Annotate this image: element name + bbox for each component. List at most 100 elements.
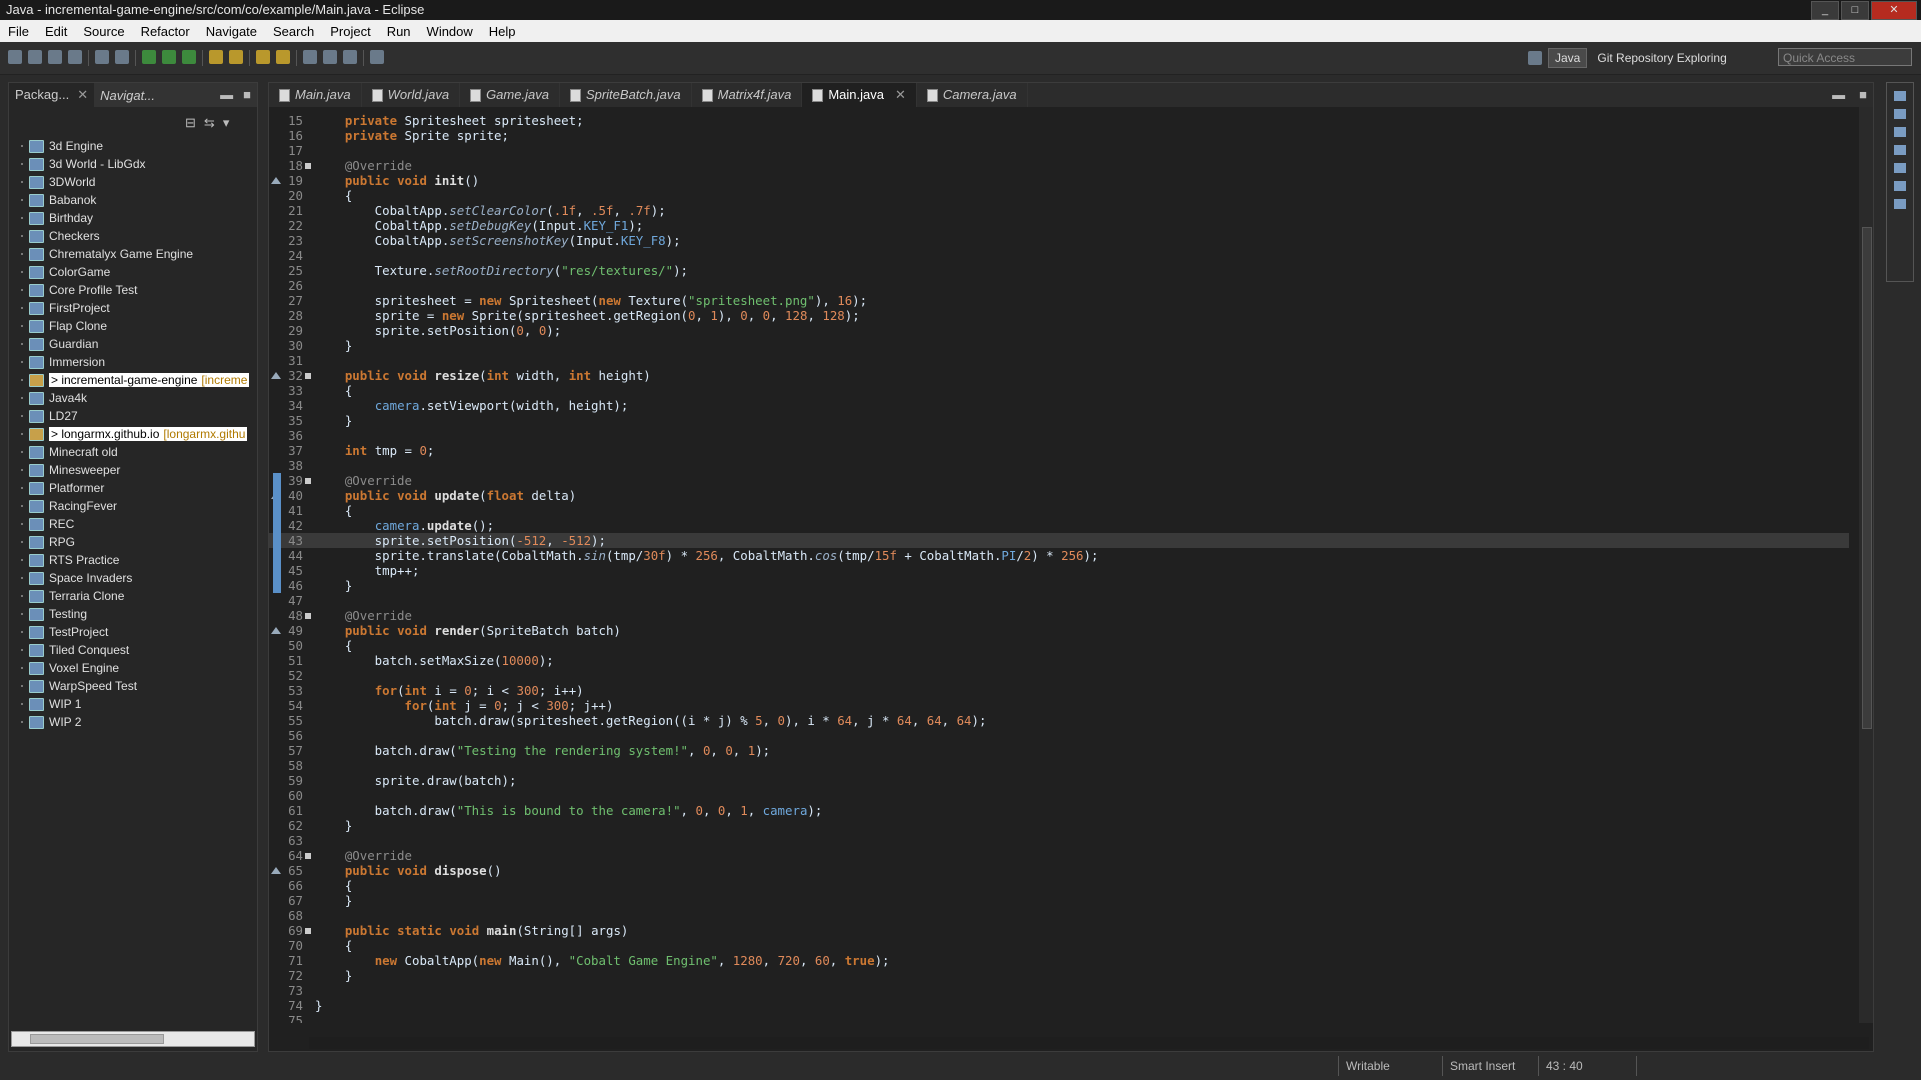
code-line[interactable]: 68 xyxy=(269,908,1849,923)
menu-window[interactable]: Window xyxy=(419,24,481,39)
code-line[interactable]: 40 public void update(float delta) xyxy=(269,488,1849,503)
code-line[interactable]: 73 xyxy=(269,983,1849,998)
code-line[interactable]: 31 xyxy=(269,353,1849,368)
print-icon[interactable] xyxy=(68,50,82,64)
code-line[interactable]: 22 CobaltApp.setDebugKey(Input.KEY_F1); xyxy=(269,218,1849,233)
tree-item[interactable]: 3DWorld xyxy=(9,173,257,191)
horizontal-scrollbar[interactable] xyxy=(11,1031,255,1047)
code-line[interactable]: 33 { xyxy=(269,383,1849,398)
debug-icon[interactable] xyxy=(142,50,156,64)
close-icon[interactable]: ✕ xyxy=(895,83,906,107)
override-marker-icon[interactable] xyxy=(271,867,281,874)
code-line[interactable]: 28 sprite = new Sprite(spritesheet.getRe… xyxy=(269,308,1849,323)
editor-tab[interactable]: Main.java xyxy=(269,83,362,107)
tree-item[interactable]: RacingFever xyxy=(9,497,257,515)
code-line[interactable]: 44 sprite.translate(CobaltMath.sin(tmp/3… xyxy=(269,548,1849,563)
close-icon[interactable]: ✕ xyxy=(77,83,88,107)
maximize-editor-icon[interactable]: ■ xyxy=(1859,87,1867,102)
editor-tab[interactable]: Camera.java xyxy=(917,83,1028,107)
menu-refactor[interactable]: Refactor xyxy=(133,24,198,39)
tree-item[interactable]: TestProject xyxy=(9,623,257,641)
code-line[interactable]: 52 xyxy=(269,668,1849,683)
code-line[interactable]: 57 batch.draw("Testing the rendering sys… xyxy=(269,743,1849,758)
maximize-view-icon[interactable]: ■ xyxy=(243,87,251,102)
code-line[interactable]: 58 xyxy=(269,758,1849,773)
code-line[interactable]: 56 xyxy=(269,728,1849,743)
code-line[interactable]: 15 private Spritesheet spritesheet; xyxy=(269,113,1849,128)
tree-item[interactable]: Babanok xyxy=(9,191,257,209)
minimize-editor-icon[interactable]: ▬ xyxy=(1832,87,1845,102)
tab-navigator[interactable]: Navigat... xyxy=(94,88,161,103)
code-line[interactable]: 70 { xyxy=(269,938,1849,953)
tree-item[interactable]: 3d Engine xyxy=(9,137,257,155)
code-line[interactable]: 17 xyxy=(269,143,1849,158)
tree-item[interactable]: Birthday xyxy=(9,209,257,227)
code-line[interactable]: 25 Texture.setRootDirectory("res/texture… xyxy=(269,263,1849,278)
quick-access-input[interactable]: Quick Access xyxy=(1778,48,1912,66)
code-line[interactable]: 59 sprite.draw(batch); xyxy=(269,773,1849,788)
code-line[interactable]: 39 @Override xyxy=(269,473,1849,488)
pin-editor-icon[interactable] xyxy=(370,50,384,64)
tree-item[interactable]: Guardian xyxy=(9,335,257,353)
code-line[interactable]: 64 @Override xyxy=(269,848,1849,863)
code-line[interactable]: 37 int tmp = 0; xyxy=(269,443,1849,458)
tree-item[interactable]: > incremental-game-engine [increme xyxy=(9,371,257,389)
tree-item[interactable]: Flap Clone xyxy=(9,317,257,335)
external-tools-icon[interactable] xyxy=(182,50,196,64)
link-with-editor-icon[interactable]: ⇆ xyxy=(204,115,215,131)
git-perspective-button[interactable]: Git Repository Exploring xyxy=(1593,49,1730,67)
minimize-view-icon[interactable]: ▬ xyxy=(220,87,233,102)
tree-item[interactable]: Terraria Clone xyxy=(9,587,257,605)
code-line[interactable]: 63 xyxy=(269,833,1849,848)
code-line[interactable]: 27 spritesheet = new Spritesheet(new Tex… xyxy=(269,293,1849,308)
progress-icon[interactable] xyxy=(1894,199,1906,209)
code-line[interactable]: 24 xyxy=(269,248,1849,263)
code-line[interactable]: 74} xyxy=(269,998,1849,1013)
forward-icon[interactable] xyxy=(343,50,357,64)
code-editor[interactable]: 15 private Spritesheet spritesheet; 16 pr… xyxy=(269,113,1849,1023)
tree-item[interactable]: LD27 xyxy=(9,407,257,425)
code-line[interactable]: 50 { xyxy=(269,638,1849,653)
code-line[interactable]: 62 } xyxy=(269,818,1849,833)
save-icon[interactable] xyxy=(28,50,42,64)
code-line[interactable]: 54 for(int j = 0; j < 300; j++) xyxy=(269,698,1849,713)
view-menu-icon[interactable]: ▾ xyxy=(223,115,230,131)
tree-item[interactable]: > longarmx.github.io [longarmx.githu xyxy=(9,425,257,443)
code-line[interactable]: 26 xyxy=(269,278,1849,293)
horizontal-scrollbar[interactable] xyxy=(309,1037,1869,1049)
editor-tab[interactable]: Matrix4f.java xyxy=(692,83,803,107)
save-all-icon[interactable] xyxy=(48,50,62,64)
editor-tab[interactable]: World.java xyxy=(362,83,461,107)
code-line[interactable]: 41 { xyxy=(269,503,1849,518)
code-line[interactable]: 51 batch.setMaxSize(10000); xyxy=(269,653,1849,668)
tree-item[interactable]: Voxel Engine xyxy=(9,659,257,677)
override-marker-icon[interactable] xyxy=(271,372,281,379)
tree-item[interactable]: Chrematalyx Game Engine xyxy=(9,245,257,263)
fold-toggle-icon[interactable] xyxy=(305,478,311,484)
code-line[interactable]: 55 batch.draw(spritesheet.getRegion((i *… xyxy=(269,713,1849,728)
tab-package-explorer[interactable]: Packag... ✕ xyxy=(9,83,95,107)
outline-icon[interactable] xyxy=(1894,91,1906,101)
code-line[interactable]: 32 public void resize(int width, int hei… xyxy=(269,368,1849,383)
code-line[interactable]: 19 public void init() xyxy=(269,173,1849,188)
code-line[interactable]: 38 xyxy=(269,458,1849,473)
tree-item[interactable]: RTS Practice xyxy=(9,551,257,569)
fold-toggle-icon[interactable] xyxy=(305,928,311,934)
tree-item[interactable]: WIP 1 xyxy=(9,695,257,713)
java-perspective-button[interactable]: Java xyxy=(1548,48,1588,68)
tree-item[interactable]: Platformer xyxy=(9,479,257,497)
menu-run[interactable]: Run xyxy=(379,24,419,39)
tree-item[interactable]: RPG xyxy=(9,533,257,551)
code-line[interactable]: 67 } xyxy=(269,893,1849,908)
editor-tab[interactable]: SpriteBatch.java xyxy=(560,83,692,107)
menu-file[interactable]: File xyxy=(0,24,37,39)
annotation-icon[interactable] xyxy=(276,50,290,64)
editor-tab[interactable]: Game.java xyxy=(460,83,560,107)
scrollbar-thumb[interactable] xyxy=(1862,227,1872,729)
tree-item[interactable]: WIP 2 xyxy=(9,713,257,731)
menu-help[interactable]: Help xyxy=(481,24,524,39)
code-line[interactable]: 60 xyxy=(269,788,1849,803)
code-line[interactable]: 71 new CobaltApp(new Main(), "Cobalt Gam… xyxy=(269,953,1849,968)
tree-item[interactable]: Space Invaders xyxy=(9,569,257,587)
back-icon[interactable] xyxy=(323,50,337,64)
